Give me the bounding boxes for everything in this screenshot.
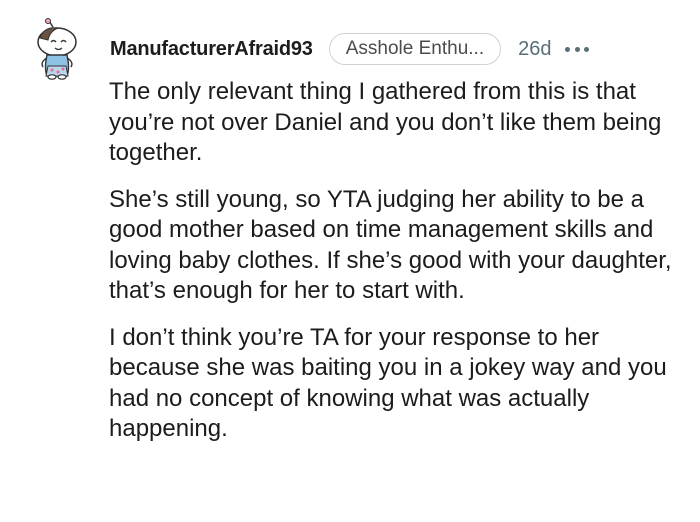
snoo-avatar-icon: [37, 18, 77, 80]
comment: ManufacturerAfraid93 Asshole Enthu... 26…: [0, 0, 700, 522]
comment-timestamp[interactable]: 26d: [518, 38, 551, 61]
comment-header: ManufacturerAfraid93 Asshole Enthu... 26…: [110, 32, 590, 66]
dot: [565, 46, 571, 52]
dot: [574, 46, 580, 52]
user-flair-badge: Asshole Enthu...: [328, 33, 502, 65]
dot: [584, 46, 590, 52]
avatar[interactable]: [30, 18, 82, 80]
comment-paragraph: She’s still young, so YTA judging her ab…: [109, 185, 672, 305]
comment-paragraph: The only relevant thing I gathered from …: [109, 78, 662, 166]
username-link[interactable]: ManufacturerAfraid93: [110, 38, 313, 61]
comment-body: The only relevant thing I gathered from …: [109, 77, 684, 461]
comment-paragraph: I don’t think you’re TA for your respons…: [109, 323, 667, 443]
more-options-icon[interactable]: [565, 39, 590, 59]
